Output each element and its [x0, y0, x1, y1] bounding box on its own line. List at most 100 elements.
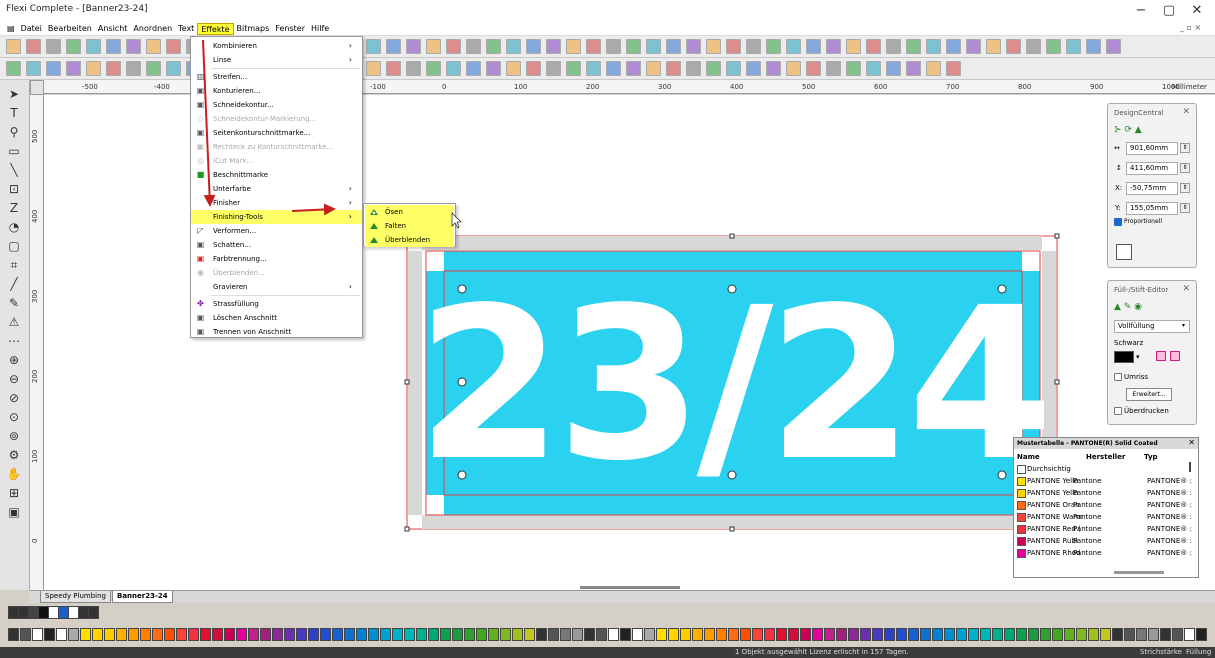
palette-swatch[interactable]: [128, 628, 139, 641]
toolbar-button-icon[interactable]: [946, 39, 961, 54]
toolbar-button-icon[interactable]: [106, 39, 121, 54]
palette-swatch[interactable]: [248, 628, 259, 641]
swatch-row[interactable]: Durchsichtig: [1017, 464, 1189, 475]
palette-swatch[interactable]: [776, 628, 787, 641]
toolbar-button-icon[interactable]: [486, 61, 501, 76]
palette-swatch[interactable]: [680, 628, 691, 641]
toolbar-button-icon[interactable]: [746, 39, 761, 54]
toolbar-button-icon[interactable]: [626, 61, 641, 76]
tool-icon[interactable]: ⚙: [5, 447, 23, 463]
palette-swatch[interactable]: [608, 628, 619, 641]
toolbar-button-icon[interactable]: [6, 39, 21, 54]
y-spinner[interactable]: ⇕: [1180, 203, 1190, 213]
toolbar-button-icon[interactable]: [806, 61, 821, 76]
palette-swatch[interactable]: [1160, 628, 1171, 641]
toolbar-button-icon[interactable]: [146, 39, 161, 54]
palette-swatch[interactable]: [1100, 628, 1111, 641]
palette-swatch[interactable]: [464, 628, 475, 641]
palette-swatch[interactable]: [1052, 628, 1063, 641]
palette-swatch[interactable]: [440, 628, 451, 641]
palette-swatch[interactable]: [524, 628, 535, 641]
palette-swatch[interactable]: [620, 628, 631, 641]
menu-item-1[interactable]: Kombinieren ›: [191, 39, 362, 53]
palette-swatch[interactable]: [452, 628, 463, 641]
palette-swatch[interactable]: [56, 628, 67, 641]
toolbar-button-icon[interactable]: [826, 61, 841, 76]
tool-icon[interactable]: ⊖: [5, 371, 23, 387]
palette-swatch[interactable]: [68, 628, 79, 641]
palette-swatch[interactable]: [764, 628, 775, 641]
toolbar-button-icon[interactable]: [126, 39, 141, 54]
palette-swatch[interactable]: [416, 628, 427, 641]
palette-swatch[interactable]: [308, 628, 319, 641]
horizontal-scrollbar[interactable]: [1114, 571, 1164, 574]
menu-item-4[interactable]: ▣ Konturieren...: [191, 84, 362, 98]
tool-icon[interactable]: ⊕: [5, 352, 23, 368]
toolbar-button-icon[interactable]: [26, 61, 41, 76]
toolbar-button-icon[interactable]: [566, 61, 581, 76]
swatch-row[interactable]: PANTONE Rhod Pantone PANTONE® :: [1017, 548, 1192, 559]
palette-swatch[interactable]: [704, 628, 715, 641]
width-spinner[interactable]: ⇕: [1180, 143, 1190, 153]
tab-banner23-24[interactable]: Banner23-24: [112, 591, 173, 603]
toolbar-button-icon[interactable]: [606, 39, 621, 54]
toolbar-button-icon[interactable]: [86, 39, 101, 54]
height-spinner[interactable]: ⇕: [1180, 163, 1190, 173]
close-icon[interactable]: ✕: [1188, 438, 1195, 447]
toolbar-button-icon[interactable]: [946, 61, 961, 76]
swatch-row[interactable]: PANTONE Oran Pantone PANTONE® :: [1017, 500, 1192, 511]
palette-swatch[interactable]: [788, 628, 799, 641]
y-field[interactable]: 155,05mm: [1126, 202, 1178, 215]
column-name[interactable]: Name: [1017, 453, 1040, 461]
menu-item-12[interactable]: Finisher ›: [191, 196, 362, 210]
palette-swatch[interactable]: [368, 628, 379, 641]
palette-swatch[interactable]: [860, 628, 871, 641]
menu-bitmaps[interactable]: Bitmaps: [234, 23, 273, 35]
toolbar-button-icon[interactable]: [426, 61, 441, 76]
close-button[interactable]: ✕: [1184, 2, 1210, 20]
palette-swatch[interactable]: [956, 628, 967, 641]
toolbar-button-icon[interactable]: [526, 39, 541, 54]
palette-swatch[interactable]: [8, 628, 19, 641]
toolbar-button-icon[interactable]: [1006, 39, 1021, 54]
submenu-item-ueberblenden[interactable]: Überblenden: [365, 233, 454, 247]
menu-item-7[interactable]: ▣ Seitenkonturschnittmarke...: [191, 126, 362, 140]
eyedropper-icon[interactable]: [1170, 351, 1180, 361]
toolbar-button-icon[interactable]: [766, 39, 781, 54]
tool-icon[interactable]: ⚲: [5, 124, 23, 140]
toolbar-button-icon[interactable]: [386, 61, 401, 76]
palette-swatch[interactable]: [1172, 628, 1183, 641]
toolbar-button-icon[interactable]: [926, 61, 941, 76]
palette-swatch[interactable]: [944, 628, 955, 641]
submenu-item-oesen[interactable]: Ösen: [365, 205, 454, 219]
toolbar-button-icon[interactable]: [86, 61, 101, 76]
tool-icon[interactable]: ▣: [5, 504, 23, 520]
toolbar-button-icon[interactable]: [866, 61, 881, 76]
palette-swatch[interactable]: [716, 628, 727, 641]
palette-swatch[interactable]: [536, 628, 547, 641]
palette-swatch[interactable]: [800, 628, 811, 641]
tool-icon[interactable]: ◔: [5, 219, 23, 235]
palette-swatch[interactable]: [548, 628, 559, 641]
palette-swatch[interactable]: [32, 628, 43, 641]
palette-swatch[interactable]: [896, 628, 907, 641]
swatch-row[interactable]: PANTONE Red (Pantone PANTONE® :: [1017, 524, 1192, 535]
menu-anordnen[interactable]: Anordnen: [130, 23, 175, 35]
palette-swatch[interactable]: [512, 628, 523, 641]
palette-swatch[interactable]: [164, 628, 175, 641]
tool-icon[interactable]: ⌗: [5, 257, 23, 273]
origin-point-icon[interactable]: [1116, 244, 1132, 260]
menu-text[interactable]: Text: [175, 23, 197, 35]
fill-mode-icons[interactable]: ▲ ✎ ◉: [1114, 302, 1142, 312]
menu-effekte[interactable]: Effekte: [197, 22, 234, 35]
toolbar-button-icon[interactable]: [1046, 39, 1061, 54]
tool-icon[interactable]: ╲: [5, 162, 23, 178]
toolbar-button-icon[interactable]: [466, 61, 481, 76]
x-field[interactable]: -50,75mm: [1126, 182, 1178, 195]
palette-swatch[interactable]: [920, 628, 931, 641]
palette-swatch[interactable]: [1124, 628, 1135, 641]
color-picker-icon[interactable]: [1156, 351, 1166, 361]
palette-swatch[interactable]: [656, 628, 667, 641]
ruler-corner[interactable]: [30, 80, 44, 95]
palette-swatch[interactable]: [488, 628, 499, 641]
